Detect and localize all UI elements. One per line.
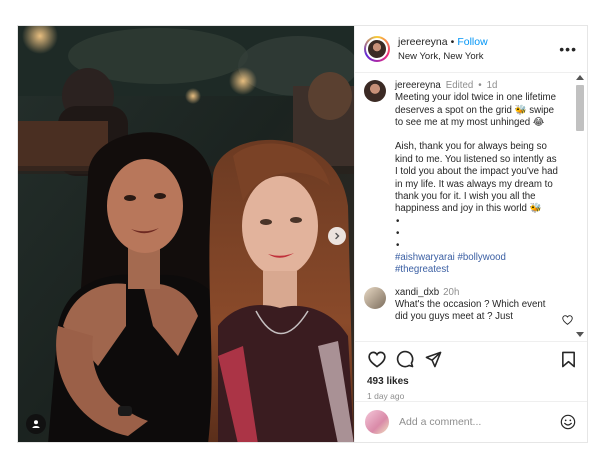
comment-line: did you guys meet at ? Just <box>395 311 513 323</box>
caption-line: deserves a spot on the grid 🐝 swipe <box>395 104 555 116</box>
follow-button[interactable]: Follow <box>457 36 487 48</box>
separator-dot: • <box>450 35 455 48</box>
caption-bullet: • <box>396 239 400 251</box>
emoji-button[interactable] <box>559 413 577 431</box>
post-actions: 493 likes 1 day ago <box>355 341 587 442</box>
caption-avatar[interactable] <box>364 79 386 102</box>
comment-line: What's the occasion ? Which event <box>395 299 546 311</box>
post-photo[interactable] <box>18 26 354 442</box>
caption-line: in my life. It was always my dream to <box>395 178 553 190</box>
author-info: jereereyna • Follow New York, New York <box>398 36 555 62</box>
separator-dot: • <box>478 79 482 91</box>
likes-count[interactable]: 493 likes <box>367 376 578 387</box>
share-button[interactable] <box>423 349 443 369</box>
caption-line: to see me at my most unhinged 😂 <box>395 116 545 128</box>
post-date: 1 day ago <box>367 391 405 402</box>
photo-scene <box>18 26 354 442</box>
commenter-avatar[interactable] <box>364 286 386 309</box>
current-user-avatar <box>365 409 389 434</box>
caption-text: Meeting your idol twice in one lifetime … <box>395 92 558 276</box>
heart-icon <box>562 314 573 325</box>
comments-scrollbar[interactable] <box>575 74 585 337</box>
comment-button[interactable] <box>395 349 415 369</box>
scroll-up-arrow[interactable] <box>576 74 584 80</box>
post-header: jereereyna • Follow New York, New York •… <box>355 26 587 73</box>
chevron-right-icon <box>335 232 340 240</box>
hashtag-link[interactable]: #thegreatest <box>395 264 558 276</box>
post-side-panel: jereereyna • Follow New York, New York •… <box>354 26 587 442</box>
emoji-icon <box>560 414 576 430</box>
comment-time: 20h <box>443 286 460 298</box>
comment-like-button[interactable] <box>562 312 573 330</box>
caption-username[interactable]: jereereyna <box>395 80 441 92</box>
scroll-down-arrow[interactable] <box>576 331 584 337</box>
caption-bullet: • <box>396 215 400 227</box>
caption-time: 1d <box>486 79 498 91</box>
user-tag-icon <box>32 420 40 428</box>
caption-line: thank you for it. I wish you all the <box>395 191 536 203</box>
heart-icon <box>368 351 386 368</box>
comments-section[interactable]: jereereyna Edited • 1d Meeting your idol… <box>355 73 587 342</box>
commenter-username[interactable]: xandi_dxb <box>395 287 439 298</box>
caption-line: Meeting your idol twice in one lifetime <box>395 92 556 104</box>
save-button[interactable] <box>558 349 578 369</box>
tagged-users-button[interactable] <box>26 414 46 434</box>
hashtag-link[interactable]: #aishwaryarai #bollywood <box>395 252 558 264</box>
scroll-thumb[interactable] <box>576 84 584 131</box>
caption-edited-label: Edited <box>445 79 474 91</box>
like-button[interactable] <box>367 349 387 369</box>
next-photo-button[interactable] <box>328 227 346 245</box>
caption-line: I told you about the impact you've had <box>395 166 558 178</box>
caption-line: Aish, thank you for always being so <box>395 141 547 153</box>
share-icon <box>425 351 441 368</box>
more-options-icon[interactable]: ••• <box>555 42 577 56</box>
add-comment-bar <box>355 400 587 442</box>
add-comment-input[interactable] <box>399 415 559 428</box>
post-location[interactable]: New York, New York <box>398 51 555 62</box>
bookmark-icon <box>561 351 575 368</box>
caption: jereereyna Edited • 1d Meeting your idol… <box>364 79 567 277</box>
caption-line: happiness and joy in this world 🐝 <box>395 203 542 215</box>
caption-bullet: • <box>396 227 400 239</box>
comment-icon <box>396 351 414 368</box>
instagram-post: jereereyna • Follow New York, New York •… <box>17 25 588 443</box>
author-avatar[interactable] <box>364 35 390 62</box>
caption-line: kind to me. You listened so intently as <box>395 153 557 165</box>
author-username[interactable]: jereereyna <box>398 36 448 48</box>
comment-item: xandi_dxb 20h What's the occasion ? Which… <box>364 286 573 325</box>
